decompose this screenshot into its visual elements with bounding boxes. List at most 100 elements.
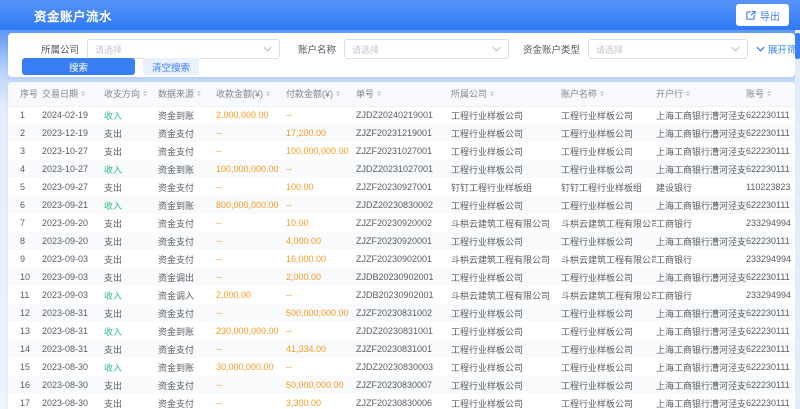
table-row: 32023-10-27支出资金支付--100,000,000.00ZJZF202… <box>8 142 795 160</box>
account-name-select[interactable]: 请选择 <box>344 39 509 59</box>
cell-direction: 收入 <box>104 358 158 376</box>
table-row: 172023-08-30支出资金支付--3,300.00ZJZF20230830… <box>8 394 795 409</box>
sort-carets-icon[interactable] <box>767 89 771 98</box>
cell-company: 工程行业样板公司 <box>451 160 561 178</box>
cell-account-no: 622230111 <box>746 376 795 394</box>
table-row: 142023-08-31支出资金支付--41,334.00ZJZF2023083… <box>8 340 795 358</box>
cell-pay-amount: 50,000,000.00 <box>286 376 356 394</box>
cell-pay-amount: 500,000,000.00 <box>286 304 356 322</box>
cell-index: 4 <box>8 160 42 178</box>
sort-carets-icon[interactable] <box>600 89 604 98</box>
table-header-row: 序号交易日期收支方向数据来源收款金额(¥)付款金额(¥)单号所属公司账户名称开户… <box>8 82 795 106</box>
cell-account-no: 233294994 <box>746 214 795 232</box>
cell-bank: 上海工商银行漕河泾支行 <box>656 340 746 358</box>
filter-account-type-label: 资金账户类型 <box>523 42 580 56</box>
cell-pay-amount: -- <box>286 196 356 214</box>
chevron-down-icon <box>492 46 501 52</box>
cell-source: 资金支付 <box>158 214 216 232</box>
cell-company: 工程行业样板公司 <box>451 124 561 142</box>
cell-company: 斗栱云建筑工程有限公司 <box>451 250 561 268</box>
filter-account-type: 资金账户类型 请选择 <box>523 39 748 59</box>
cell-account-no: 622230111 <box>746 304 795 322</box>
cell-bank: 上海工商银行漕河泾支行 <box>656 142 746 160</box>
col-header-bank[interactable]: 开户行 <box>656 82 746 106</box>
sort-carets-icon[interactable] <box>197 89 201 98</box>
cell-company: 工程行业样板公司 <box>451 358 561 376</box>
cell-order-no: ZJZF20230927001 <box>356 178 451 196</box>
cell-date: 2024-02-19 <box>42 106 104 124</box>
cell-index: 1 <box>8 106 42 124</box>
cell-account-name: 工程行业样板公司 <box>561 358 656 376</box>
cell-pay-amount: -- <box>286 160 356 178</box>
cell-index: 3 <box>8 142 42 160</box>
cell-account-name: 工程行业样板公司 <box>561 232 656 250</box>
cell-source: 资金到账 <box>158 358 216 376</box>
table-row: 102023-09-03支出资金调出--2,000.00ZJDB20230902… <box>8 268 795 286</box>
cell-company: 工程行业样板公司 <box>451 268 561 286</box>
table-row: 52023-09-27支出资金支付--100.00ZJZF20230927001… <box>8 178 795 196</box>
cell-pay-amount: 100.00 <box>286 178 356 196</box>
col-header-account-no[interactable]: 账号 <box>746 82 795 106</box>
col-header-pay-amount[interactable]: 付款金额(¥) <box>286 82 356 106</box>
cell-source: 资金到账 <box>158 160 216 178</box>
cell-direction: 支出 <box>104 214 158 232</box>
cell-direction: 支出 <box>104 232 158 250</box>
cell-index: 16 <box>8 376 42 394</box>
cell-pay-amount: 3,300.00 <box>286 394 356 409</box>
cell-account-no: 622230111 <box>746 106 795 124</box>
sort-carets-icon[interactable] <box>266 89 270 98</box>
sort-carets-icon[interactable] <box>377 89 381 98</box>
cell-source: 资金支付 <box>158 340 216 358</box>
cell-index: 2 <box>8 124 42 142</box>
cell-direction: 收入 <box>104 160 158 178</box>
cell-account-no: 110223823 <box>746 178 795 196</box>
col-header-order-no[interactable]: 单号 <box>356 82 451 106</box>
filter-row: 所属公司 请选择 账户名称 请选择 资金账户类型 请选择 <box>8 39 795 59</box>
cell-index: 14 <box>8 340 42 358</box>
sort-carets-icon[interactable] <box>686 89 690 98</box>
col-header-label: 开户行 <box>656 89 683 99</box>
sort-carets-icon[interactable] <box>81 89 85 98</box>
cell-source: 资金支付 <box>158 124 216 142</box>
sort-carets-icon[interactable] <box>143 89 147 98</box>
table-row: 152023-08-30收入资金到账30,000,000.00--ZJDZ202… <box>8 358 795 376</box>
col-header-direction[interactable]: 收支方向 <box>104 82 158 106</box>
col-header-company[interactable]: 所属公司 <box>451 82 561 106</box>
company-select[interactable]: 请选择 <box>87 39 280 59</box>
cell-bank: 建设银行 <box>656 178 746 196</box>
col-header-label: 交易日期 <box>42 89 78 99</box>
col-header-source[interactable]: 数据来源 <box>158 82 216 106</box>
filter-account-name-label: 账户名称 <box>298 42 336 56</box>
cell-source: 资金支付 <box>158 250 216 268</box>
account-type-select[interactable]: 请选择 <box>588 39 748 59</box>
search-button[interactable]: 搜索 <box>22 58 135 75</box>
scrollbar-thumb[interactable] <box>795 33 800 59</box>
export-button[interactable]: 导出 <box>736 4 789 26</box>
col-header-date[interactable]: 交易日期 <box>42 82 104 106</box>
cell-direction: 支出 <box>104 124 158 142</box>
col-header-account-name[interactable]: 账户名称 <box>561 82 656 106</box>
cell-account-name: 斗栱云建筑工程有限公司 <box>561 286 656 304</box>
table-row: 82023-09-20支出资金支付--4,000.00ZJZF202309200… <box>8 232 795 250</box>
filter-company: 所属公司 请选择 <box>41 39 280 59</box>
cell-source: 资金支付 <box>158 178 216 196</box>
col-header-receive-amount[interactable]: 收款金额(¥) <box>216 82 286 106</box>
vertical-scrollbar[interactable] <box>795 30 800 409</box>
cell-date: 2023-08-31 <box>42 304 104 322</box>
cell-account-no: 622230111 <box>746 232 795 250</box>
page-title: 资金账户流水 <box>34 6 112 25</box>
cell-index: 5 <box>8 178 42 196</box>
cell-order-no: ZJZF20230830006 <box>356 394 451 409</box>
clear-search-button[interactable]: 清空搜索 <box>143 58 199 75</box>
cell-receive-amount: -- <box>216 268 286 286</box>
sort-carets-icon[interactable] <box>490 89 494 98</box>
cell-receive-amount: 30,000,000.00 <box>216 358 286 376</box>
table-row: 62023-09-21收入资金到账800,000,000.00--ZJDZ202… <box>8 196 795 214</box>
sort-carets-icon[interactable] <box>336 89 340 98</box>
cell-source: 资金到账 <box>158 322 216 340</box>
chevron-down-icon <box>756 46 765 52</box>
cell-direction: 支出 <box>104 304 158 322</box>
expand-filters-link[interactable]: 展开筛选 <box>756 42 800 56</box>
cell-direction: 收入 <box>104 106 158 124</box>
cell-receive-amount: -- <box>216 376 286 394</box>
